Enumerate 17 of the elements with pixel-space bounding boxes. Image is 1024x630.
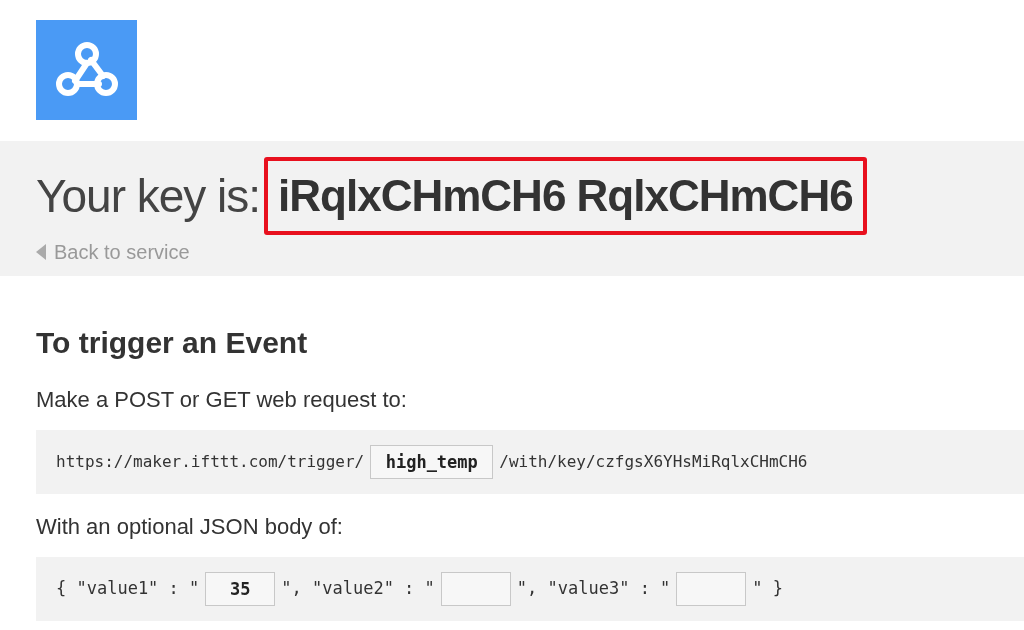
code-text: " } <box>752 577 784 601</box>
api-key: iRqlxCHmCH6 RqlxCHmCH6 <box>264 157 867 235</box>
code-text: { "value1" : " <box>56 577 200 601</box>
code-text: ", "value3" : " <box>516 577 671 601</box>
logo-icon <box>36 20 137 120</box>
code-text: ", "value2" : " <box>281 577 435 601</box>
key-label: Your key is: <box>36 168 261 224</box>
intro-text: Make a POST or GET web request to: <box>36 386 408 414</box>
body-intro-text: With an optional JSON body of: <box>36 513 344 541</box>
input-field[interactable] <box>676 572 747 606</box>
section-heading: To trigger an Event <box>36 325 309 361</box>
code-text: /with/key/czfgsX6YHsMiRqlxCHmCH6 <box>499 451 808 473</box>
input-field[interactable] <box>440 572 511 606</box>
input-field[interactable]: 35 <box>205 572 276 606</box>
caret-icon <box>36 244 46 260</box>
code-text: https://maker.ifttt.com/trigger/ <box>56 451 365 473</box>
input-field[interactable]: high_temp <box>370 445 494 479</box>
